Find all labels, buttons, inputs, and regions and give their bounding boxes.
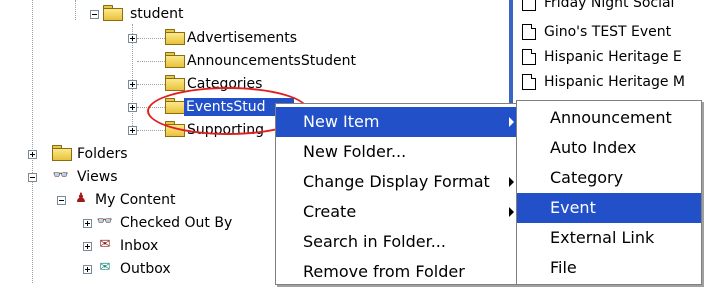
list-item[interactable]: Friday Night Social <box>522 0 674 14</box>
list-item[interactable]: Hispanic Heritage M <box>522 71 685 93</box>
submenu-arrow-icon <box>509 207 514 217</box>
menu-item-new-folder[interactable]: New Folder... <box>276 137 522 167</box>
tree-item-my-content[interactable]: My Content <box>95 191 176 209</box>
submenu-item-file[interactable]: File <box>517 253 701 283</box>
menu-item-new-item[interactable]: New Item <box>276 107 522 137</box>
tree-item-student[interactable]: student <box>130 5 184 23</box>
submenu-item-external-link[interactable]: External Link <box>517 223 701 253</box>
document-icon <box>522 0 536 11</box>
expand-toggle[interactable] <box>128 126 137 135</box>
user-icon: ♟ <box>75 191 87 206</box>
collapse-toggle[interactable] <box>90 10 99 19</box>
collapse-toggle[interactable] <box>57 196 66 205</box>
folder-icon <box>52 145 72 161</box>
tree-item-inbox[interactable]: Inbox <box>120 237 158 255</box>
expand-toggle[interactable] <box>28 150 37 159</box>
menu-item-create[interactable]: Create <box>276 197 522 227</box>
expand-toggle[interactable] <box>128 34 137 43</box>
folder-icon <box>165 121 185 137</box>
tree-item-views[interactable]: Views <box>77 168 118 186</box>
tree-item-categories[interactable]: Categories <box>187 75 262 93</box>
submenu-item-announcement[interactable]: Announcement <box>517 103 701 133</box>
context-menu: New Item New Folder... Change Display Fo… <box>275 103 523 285</box>
tree-item-outbox[interactable]: Outbox <box>120 260 171 278</box>
document-icon <box>522 24 536 40</box>
inbox-icon: ✉ <box>99 237 111 252</box>
expand-toggle[interactable] <box>128 103 137 112</box>
document-icon <box>522 49 536 65</box>
tree-item-checked-out-by[interactable]: Checked Out By <box>120 214 232 232</box>
folder-icon <box>165 52 185 68</box>
new-item-submenu: Announcement Auto Index Category Event E… <box>516 100 702 285</box>
tree-item-announcements-student[interactable]: AnnouncementsStudent <box>187 52 356 70</box>
binoculars-icon: 👓 <box>52 168 70 183</box>
expand-toggle[interactable] <box>83 265 92 274</box>
document-icon <box>522 74 536 90</box>
folder-icon <box>165 75 185 91</box>
binoculars-icon: 👓 <box>96 214 114 229</box>
submenu-arrow-icon <box>509 117 514 127</box>
expand-toggle[interactable] <box>83 219 92 228</box>
folder-icon <box>165 98 185 114</box>
folder-icon <box>165 29 185 45</box>
outbox-icon: ✉ <box>99 260 111 275</box>
menu-item-search-in-folder[interactable]: Search in Folder... <box>276 227 522 257</box>
tree-item-supporting[interactable]: Supporting <box>187 121 264 139</box>
menu-item-change-display-format[interactable]: Change Display Format <box>276 167 522 197</box>
submenu-arrow-icon <box>509 177 514 187</box>
expand-toggle[interactable] <box>83 242 92 251</box>
collapse-toggle[interactable] <box>28 173 37 182</box>
expand-toggle[interactable] <box>128 80 137 89</box>
folder-icon <box>103 5 123 21</box>
content-list: Friday Night Social Gino's TEST Event Hi… <box>513 0 713 110</box>
tree-item-folders[interactable]: Folders <box>77 145 128 163</box>
submenu-item-auto-index[interactable]: Auto Index <box>517 133 701 163</box>
tree-item-advertisements[interactable]: Advertisements <box>187 29 297 47</box>
list-item[interactable]: Hispanic Heritage E <box>522 46 682 68</box>
submenu-item-category[interactable]: Category <box>517 163 701 193</box>
list-item[interactable]: Gino's TEST Event <box>522 21 671 43</box>
submenu-item-event[interactable]: Event <box>517 193 701 223</box>
